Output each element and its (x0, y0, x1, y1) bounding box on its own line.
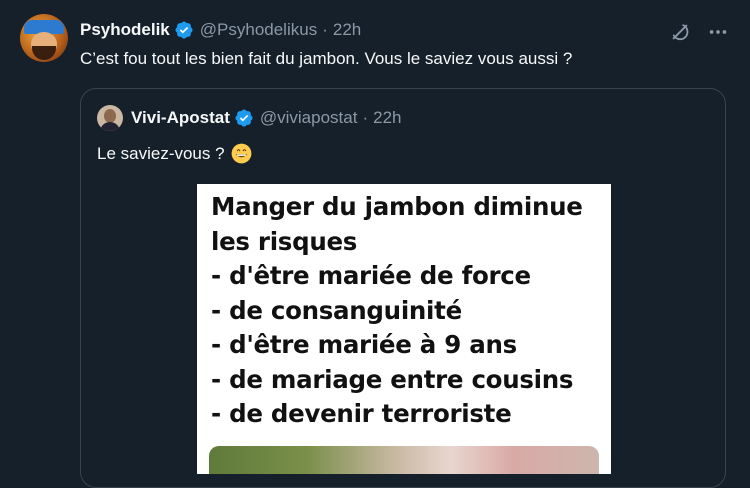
author-avatar[interactable] (20, 14, 68, 62)
separator-dot: · (322, 20, 328, 39)
more-options-icon[interactable] (706, 20, 730, 44)
tweet-text: C’est fou tout les bien fait du jambon. … (80, 49, 573, 68)
tweet: Psyhodelik @Psyhodelikus · 22h C’est fou… (0, 0, 750, 488)
quoted-tweet-text: Le saviez-vous ? (97, 143, 225, 163)
quoted-author-handle[interactable]: @viviapostat (260, 108, 358, 128)
tweet-header: Psyhodelik @Psyhodelikus · 22h (80, 20, 361, 40)
image-text-list: Manger du jambon diminue les risques - d… (211, 190, 583, 432)
quoted-tweet-text-row: Le saviez-vous ? (97, 143, 252, 164)
grok-icon[interactable] (668, 20, 692, 44)
tweet-time[interactable]: 22h (333, 20, 361, 40)
quoted-tweet-time[interactable]: 22h (373, 108, 401, 128)
verified-badge-icon (175, 21, 193, 39)
quoted-author-name[interactable]: Vivi-Apostat (131, 108, 230, 128)
image-text-line: les risques (211, 226, 358, 256)
quoted-tweet-image[interactable]: Manger du jambon diminue les risques - d… (197, 184, 611, 474)
quoted-author-avatar[interactable] (97, 105, 123, 131)
grinning-face-emoji (231, 143, 251, 164)
image-text-line: - de devenir terroriste (211, 399, 512, 428)
tweet-actions (668, 20, 730, 44)
image-text-line: - d'être mariée de force (211, 261, 531, 290)
author-handle[interactable]: @Psyhodelikus (200, 20, 317, 40)
verified-badge-icon (235, 109, 253, 127)
author-name[interactable]: Psyhodelik (80, 20, 170, 40)
quoted-tweet-header: Vivi-Apostat @viviapostat · 22h (131, 108, 402, 128)
avatar-beard (32, 46, 56, 60)
quoted-tweet[interactable]: Vivi-Apostat @viviapostat · 22h Le savie… (80, 88, 726, 488)
ham-photo (209, 446, 599, 474)
image-text-line: Manger du jambon diminue (211, 192, 583, 221)
quoted-avatar-body (100, 122, 120, 131)
image-text-line: - de consanguinité (211, 295, 462, 325)
quoted-avatar-head (104, 109, 116, 123)
separator-dot: · (362, 108, 369, 127)
image-text-line: - de mariage entre cousins (211, 364, 574, 394)
image-text-line: - d'être mariée à 9 ans (211, 330, 517, 359)
